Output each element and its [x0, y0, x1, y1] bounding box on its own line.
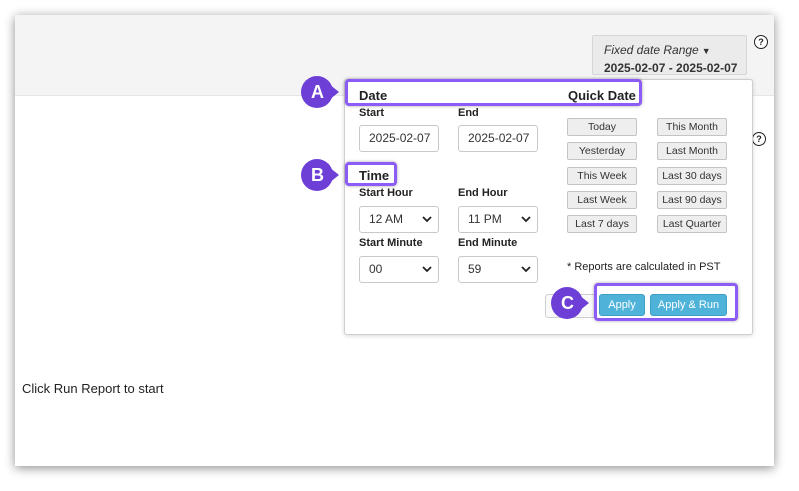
status-message: Click Run Report to start: [22, 381, 164, 396]
chevron-down-icon: [521, 216, 531, 223]
end-date-input[interactable]: 2025-02-07: [458, 125, 538, 152]
callout-a-badge: A: [301, 75, 339, 109]
quick-last-quarter-button[interactable]: Last Quarter: [657, 215, 727, 233]
help-icon[interactable]: ?: [754, 35, 768, 49]
start-minute-select[interactable]: 00: [359, 256, 439, 283]
quick-last-7-days-button[interactable]: Last 7 days: [567, 215, 637, 233]
help-icon[interactable]: ?: [752, 132, 766, 146]
end-minute-value: 59: [468, 262, 482, 276]
callout-c-highlight: [594, 283, 738, 321]
quick-this-month-button[interactable]: This Month: [657, 118, 727, 136]
end-minute-label: End Minute: [458, 237, 518, 249]
end-label: End: [458, 107, 479, 119]
caret-down-icon: ▼: [701, 46, 711, 56]
start-hour-value: 12 AM: [369, 212, 404, 226]
start-hour-select[interactable]: 12 AM: [359, 206, 439, 233]
quick-last-30-days-button[interactable]: Last 30 days: [657, 167, 727, 185]
start-minute-label: Start Minute: [359, 237, 423, 249]
callout-b-badge: B: [301, 158, 339, 192]
date-range-title: Fixed date Range: [604, 43, 699, 57]
date-range-value: 2025-02-07 - 2025-02-07: [604, 61, 738, 75]
end-hour-label: End Hour: [458, 187, 508, 199]
quick-this-week-button[interactable]: This Week: [567, 167, 637, 185]
quick-yesterday-button[interactable]: Yesterday: [567, 142, 637, 160]
callout-a-letter: A: [311, 82, 324, 102]
quick-last-90-days-button[interactable]: Last 90 days: [657, 191, 727, 209]
start-label: Start: [359, 107, 385, 119]
quick-last-week-button[interactable]: Last Week: [567, 191, 637, 209]
end-hour-select[interactable]: 11 PM: [458, 206, 538, 233]
callout-c-badge: C: [551, 286, 589, 320]
start-minute-value: 00: [369, 262, 383, 276]
end-minute-select[interactable]: 59: [458, 256, 538, 283]
date-range-selector[interactable]: Fixed date Range ▼ 2025-02-07 - 2025-02-0…: [592, 35, 747, 75]
chevron-down-icon: [422, 266, 432, 273]
callout-b-letter: B: [311, 165, 324, 185]
chevron-down-icon: [422, 216, 432, 223]
quick-today-button[interactable]: Today: [567, 118, 637, 136]
quick-last-month-button[interactable]: Last Month: [657, 142, 727, 160]
callout-b-highlight: [345, 162, 397, 186]
end-hour-value: 11 PM: [468, 212, 502, 226]
chevron-down-icon: [521, 266, 531, 273]
callout-c-letter: C: [561, 293, 574, 313]
report-window: Fixed date Range ▼ 2025-02-07 - 2025-02-0…: [15, 15, 774, 466]
callout-a-highlight: [345, 79, 642, 106]
start-hour-label: Start Hour: [359, 187, 413, 199]
start-date-input[interactable]: 2025-02-07: [359, 125, 439, 152]
timezone-note: * Reports are calculated in PST: [567, 261, 721, 273]
